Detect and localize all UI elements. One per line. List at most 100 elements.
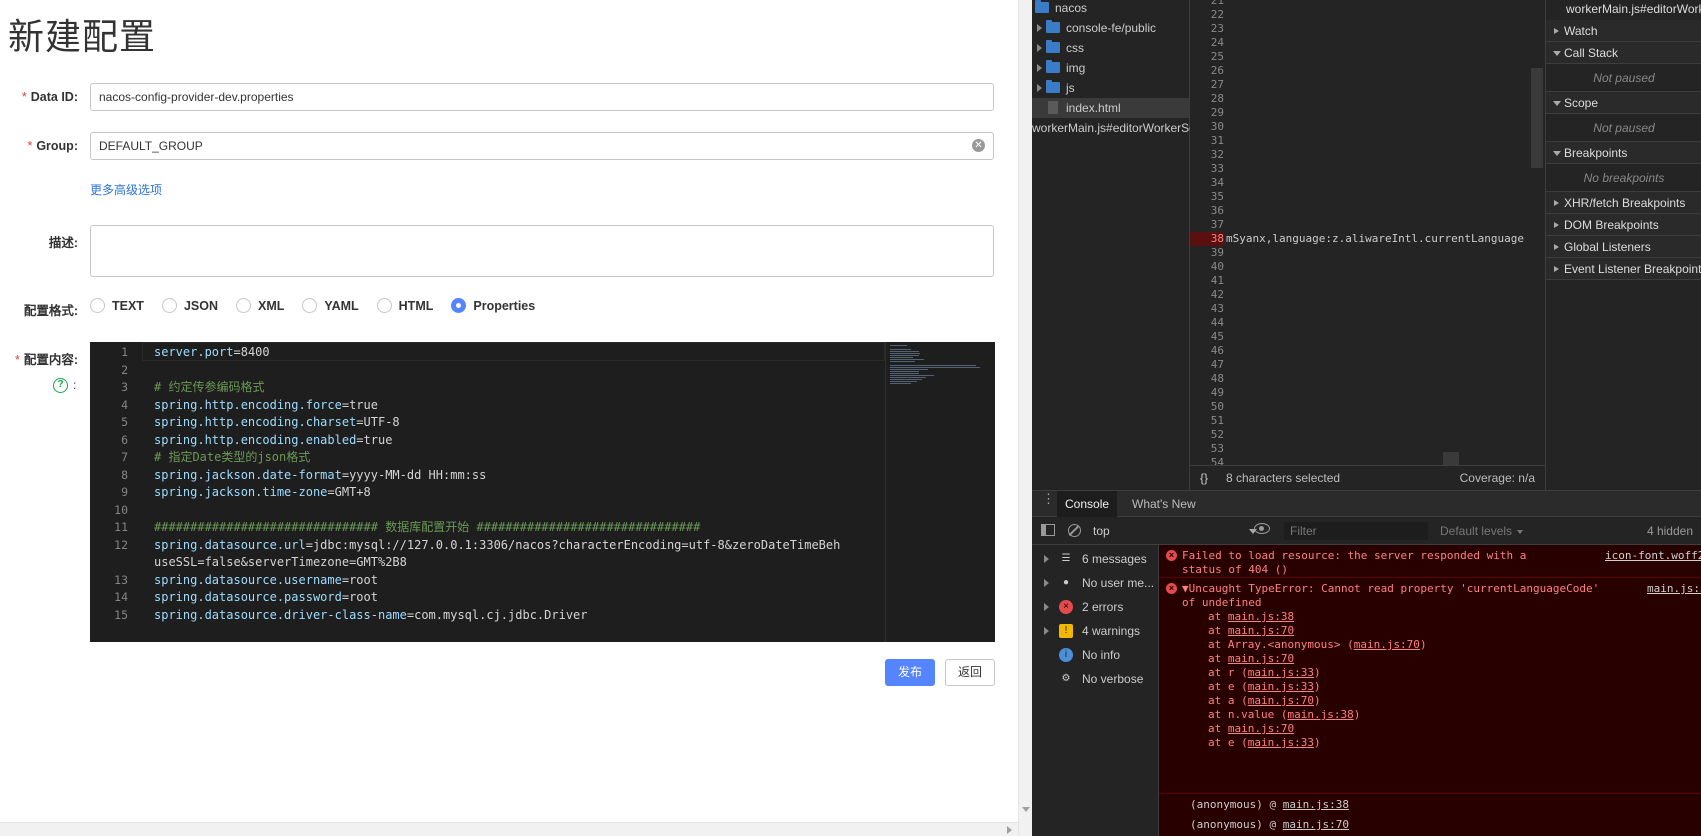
console-filter-warning[interactable]: ! 4 warnings	[1032, 619, 1159, 643]
source-line[interactable]: 41	[1190, 274, 1545, 288]
source-line[interactable]: 28	[1190, 92, 1545, 106]
source-line[interactable]: 27	[1190, 78, 1545, 92]
editor-line[interactable]: 13 spring.datasource.username=root	[90, 571, 885, 590]
collapsed-arrow-icon[interactable]	[1554, 222, 1559, 228]
source-editor[interactable]: 21 22 23 24 25 26 27 28 29 30 31 32 33 34 35 36 37 38 mSya…	[1190, 0, 1545, 465]
stack-frame-link[interactable]: main.js:70	[1228, 722, 1294, 735]
stack-frame-link[interactable]: main.js:33	[1248, 680, 1314, 693]
source-line[interactable]: 31	[1190, 134, 1545, 148]
radio-circle[interactable]	[302, 298, 318, 313]
expand-arrow-icon[interactable]	[1037, 24, 1042, 32]
editor-line[interactable]: 11 ############################### 数据库配置开…	[90, 518, 885, 537]
debug-section-watch[interactable]: Watch	[1546, 20, 1701, 42]
sidebar-toggle-icon[interactable]	[1041, 524, 1055, 536]
source-line[interactable]: 49	[1190, 386, 1545, 400]
editor-line[interactable]: 6 spring.http.encoding.enabled=true	[90, 431, 885, 450]
stack-frame-link[interactable]: main.js:70	[1228, 624, 1294, 637]
file-tree-item-console-fe-public[interactable]: console-fe/public	[1032, 18, 1190, 38]
expand-arrow-icon[interactable]	[1044, 603, 1049, 611]
clear-icon[interactable]: ✕	[972, 139, 985, 152]
source-line[interactable]: 23	[1190, 22, 1545, 36]
debug-tab-title[interactable]: workerMain.js#editorWorkerSer	[1566, 2, 1701, 16]
debug-section-dom-breakpoints[interactable]: DOM Breakpoints	[1546, 214, 1701, 236]
anon-link[interactable]: main.js:70	[1283, 818, 1349, 831]
debug-section-call-stack[interactable]: Call Stack	[1546, 42, 1701, 64]
file-tree-item-js[interactable]: js	[1032, 78, 1190, 98]
anon-link[interactable]: main.js:38	[1283, 798, 1349, 811]
source-line[interactable]: 39	[1190, 246, 1545, 260]
editor-line[interactable]: 4 spring.http.encoding.force=true	[90, 396, 885, 415]
source-line[interactable]: 29	[1190, 106, 1545, 120]
expanded-arrow-icon[interactable]	[1553, 51, 1561, 56]
advanced-options-link[interactable]: 更多高级选项	[90, 181, 162, 198]
source-line[interactable]: 47	[1190, 358, 1545, 372]
source-line[interactable]: 34	[1190, 176, 1545, 190]
source-line[interactable]: 46	[1190, 344, 1545, 358]
format-radio-json[interactable]: JSON	[161, 298, 218, 313]
source-line[interactable]: 25	[1190, 50, 1545, 64]
drawer-menu-icon[interactable]: ⋮	[1042, 492, 1055, 505]
radio-circle[interactable]	[376, 298, 392, 313]
expand-arrow-icon[interactable]	[1044, 579, 1049, 587]
radio-circle[interactable]	[161, 298, 177, 313]
format-radio-html[interactable]: HTML	[376, 298, 433, 313]
file-tree-item-img[interactable]: img	[1032, 58, 1190, 78]
debug-section-event-listener-breakpoints[interactable]: Event Listener Breakpoints	[1546, 258, 1701, 280]
tab-whats-new[interactable]: What's New	[1124, 491, 1204, 517]
expanded-arrow-icon[interactable]	[1553, 101, 1561, 106]
editor-line[interactable]: 3 # 约定传参编码格式	[90, 378, 885, 397]
group-input[interactable]: DEFAULT_GROUP ✕	[90, 132, 994, 160]
context-selector[interactable]: top	[1093, 522, 1263, 540]
debug-section-scope[interactable]: Scope	[1546, 92, 1701, 114]
stack-frame-link[interactable]: main.js:70	[1228, 652, 1294, 665]
editor-line[interactable]: 7 # 指定Date类型的json格式	[90, 448, 885, 467]
console-filter-verbose[interactable]: ⚙ No verbose	[1032, 667, 1159, 691]
file-tree-item-nacos[interactable]: nacos	[1032, 0, 1190, 18]
debug-section-xhr-fetch-breakpoints[interactable]: XHR/fetch Breakpoints	[1546, 192, 1701, 214]
source-line[interactable]: 40	[1190, 260, 1545, 274]
radio-circle[interactable]	[451, 298, 467, 313]
page-vertical-scrollbar[interactable]	[1018, 0, 1032, 836]
tab-console[interactable]: Console	[1057, 491, 1118, 517]
source-line[interactable]: 42	[1190, 288, 1545, 302]
error-source-link[interactable]: icon-font.woff2:1	[1605, 549, 1701, 563]
editor-line[interactable]: 12 spring.datasource.url=jdbc:mysql://127…	[90, 536, 885, 555]
source-line[interactable]: 24	[1190, 36, 1545, 50]
source-line[interactable]: 54	[1190, 456, 1545, 465]
source-line[interactable]: 22	[1190, 8, 1545, 22]
source-line[interactable]: 52	[1190, 428, 1545, 442]
debug-section-breakpoints[interactable]: Breakpoints	[1546, 142, 1701, 164]
source-line[interactable]: 38 mSyanx,language:z.aliwareIntl.currentL…	[1190, 232, 1545, 246]
editor-line[interactable]: 2	[90, 361, 885, 380]
stack-frame-link[interactable]: main.js:38	[1228, 610, 1294, 623]
source-scrollbar-thumb[interactable]	[1531, 68, 1543, 168]
stack-frame-link[interactable]: main.js:38	[1287, 708, 1353, 721]
source-line[interactable]: 33	[1190, 162, 1545, 176]
editor-line[interactable]: 10	[90, 501, 885, 520]
expand-arrow-icon[interactable]	[1044, 555, 1049, 563]
stack-frame-link[interactable]: main.js:70	[1248, 694, 1314, 707]
source-line[interactable]: 53	[1190, 442, 1545, 456]
console-filter-error[interactable]: × 2 errors	[1032, 595, 1159, 619]
back-button[interactable]: 返回	[945, 659, 995, 686]
console-filter-info[interactable]: i No info	[1032, 643, 1159, 667]
radio-circle[interactable]	[236, 298, 251, 313]
page-horizontal-scrollbar[interactable]	[0, 822, 1018, 836]
code-editor[interactable]: 1 server.port=8400 2 3 # 约定传参编码格式 4 spring.htt…	[90, 342, 995, 642]
expand-arrow-icon[interactable]	[1037, 64, 1042, 72]
clear-console-icon[interactable]	[1068, 524, 1081, 537]
collapsed-arrow-icon[interactable]	[1554, 28, 1559, 34]
collapsed-arrow-icon[interactable]	[1554, 200, 1559, 206]
file-tree-item-workermain-js-editorworkerse[interactable]: workerMain.js#editorWorkerSe	[1032, 118, 1196, 138]
source-line[interactable]: 51	[1190, 414, 1545, 428]
editor-line[interactable]: 5 spring.http.encoding.charset=UTF-8	[90, 413, 885, 432]
format-radio-xml[interactable]: XML	[236, 298, 284, 313]
source-line[interactable]: 30	[1190, 120, 1545, 134]
editor-line[interactable]: 9 spring.jackson.time-zone=GMT+8	[90, 483, 885, 502]
editor-line[interactable]: 1 server.port=8400	[90, 343, 885, 362]
expand-arrow-icon[interactable]	[1037, 44, 1042, 52]
source-line[interactable]: 37	[1190, 218, 1545, 232]
source-line[interactable]: 50	[1190, 400, 1545, 414]
source-line[interactable]: 21	[1190, 0, 1545, 8]
stack-frame-link[interactable]: main.js:70	[1354, 638, 1420, 651]
